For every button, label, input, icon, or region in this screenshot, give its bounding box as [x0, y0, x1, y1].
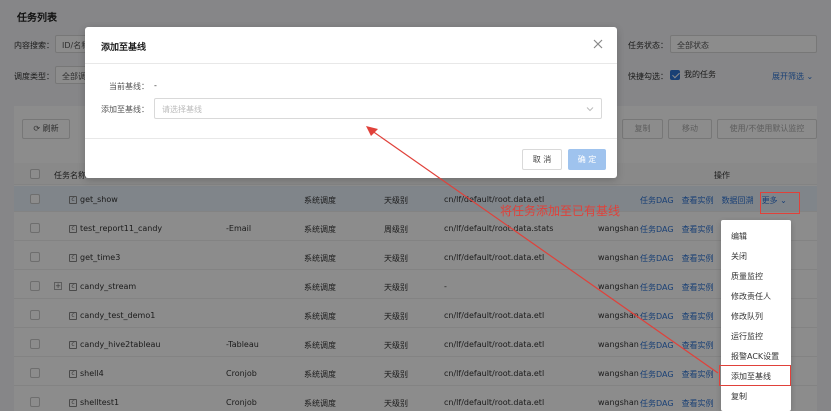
dropdown-item[interactable]: 修改责任人 [721, 285, 791, 305]
add-to-baseline-label: 添加至基线： [101, 105, 149, 114]
current-baseline-label: 当前基线： [109, 82, 149, 91]
chevron-down-icon [586, 107, 594, 112]
more-button-highlight [760, 192, 800, 214]
current-baseline-value: - [154, 81, 157, 90]
dropdown-item[interactable]: 编辑 [721, 225, 791, 245]
add-to-baseline-modal: 添加至基线 当前基线： - 添加至基线： 请选择基线 取 消 确 定 [85, 27, 617, 178]
dropdown-item[interactable]: 运行监控 [721, 325, 791, 345]
close-icon[interactable] [592, 38, 604, 50]
dropdown-item[interactable]: 修改队列 [721, 305, 791, 325]
confirm-button[interactable]: 确 定 [568, 149, 606, 170]
dropdown-item[interactable]: 质量监控 [721, 265, 791, 285]
dropdown-item[interactable]: 关闭 [721, 245, 791, 265]
cancel-button[interactable]: 取 消 [522, 149, 562, 170]
modal-footer-divider [85, 138, 617, 139]
baseline-select-placeholder: 请选择基线 [162, 105, 202, 114]
dropdown-item[interactable]: 复制 [721, 385, 791, 405]
annotation-text: 将任务添加至已有基线 [500, 204, 621, 218]
add-to-baseline-highlight [719, 365, 791, 386]
dropdown-item[interactable]: 报警ACK设置 [721, 345, 791, 365]
modal-title: 添加至基线 [101, 43, 147, 53]
baseline-select[interactable]: 请选择基线 [154, 98, 602, 119]
modal-header-divider [85, 63, 617, 64]
